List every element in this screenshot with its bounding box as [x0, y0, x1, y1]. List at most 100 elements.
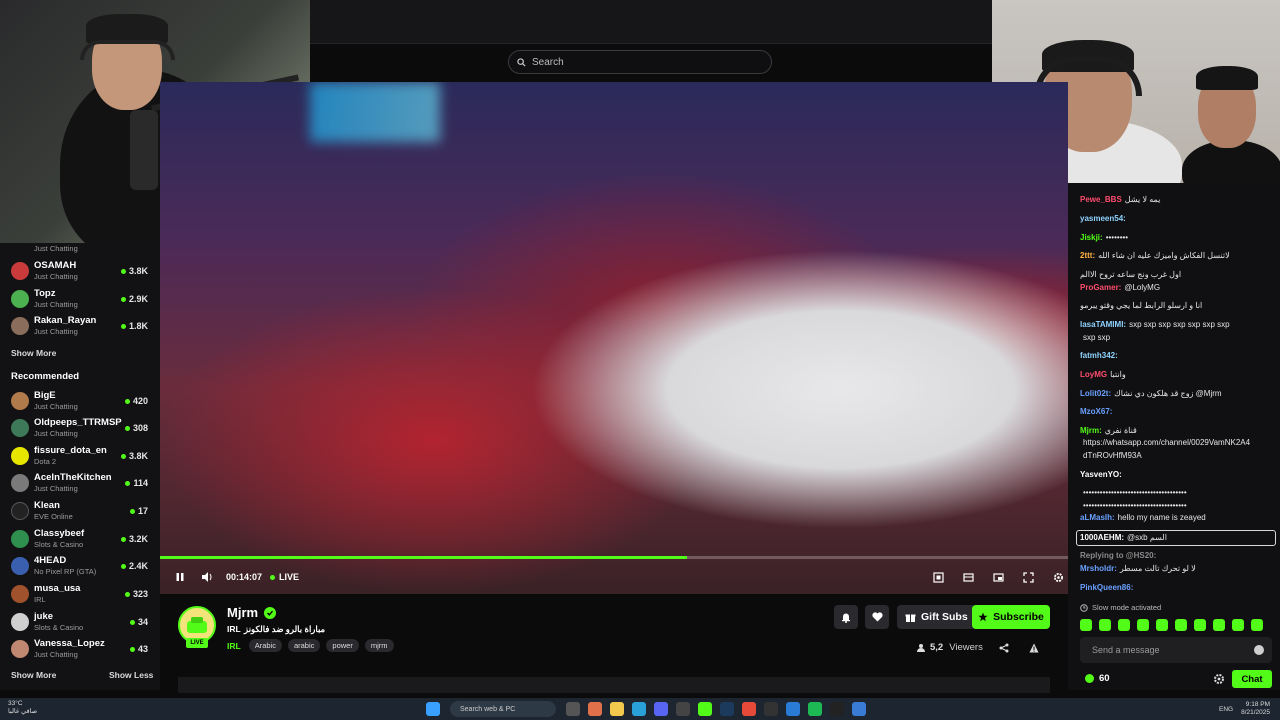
- video-player[interactable]: [160, 82, 1068, 594]
- channel-name: Vanessa_Lopez: [34, 638, 105, 649]
- pip-icon[interactable]: [990, 569, 1006, 585]
- channel-name: juke: [34, 611, 54, 622]
- emote[interactable]: [1194, 619, 1206, 631]
- chat-username[interactable]: lasaTAMIMI:: [1080, 320, 1126, 329]
- tag-chip[interactable]: arabic: [287, 639, 321, 652]
- weather-widget[interactable]: 33°C صافي غالبا: [8, 700, 37, 716]
- chat-username[interactable]: PinkQueen86:: [1080, 583, 1133, 592]
- clip-icon[interactable]: [930, 569, 946, 585]
- emote[interactable]: [1251, 619, 1263, 631]
- sidebar-item-4head[interactable]: 4HEAD No Pixel RP (GTA) 2.4K: [0, 553, 160, 579]
- show-more-recommended-button[interactable]: Show More: [11, 670, 56, 680]
- chat-username[interactable]: YasvenYO:: [1080, 470, 1122, 479]
- vscode-icon[interactable]: [786, 702, 800, 716]
- clock[interactable]: 9:18 PM 8/21/2025: [1241, 701, 1270, 717]
- sidebar-item-classybeef[interactable]: Classybeef Slots & Casino 3.2K: [0, 526, 160, 552]
- sidebar-item-bige[interactable]: BigE Just Chatting 420: [0, 388, 160, 414]
- chat-username[interactable]: yasmeen54:: [1080, 214, 1126, 223]
- chat-username[interactable]: Mrsholdr:: [1080, 564, 1117, 573]
- emote[interactable]: [1213, 619, 1225, 631]
- streamdeck-icon[interactable]: [852, 702, 866, 716]
- tag-chip[interactable]: power: [326, 639, 359, 652]
- fullscreen-icon[interactable]: [1020, 569, 1036, 585]
- chat-message-input[interactable]: Send a message: [1080, 637, 1272, 663]
- sidebar-item-rakan-rayan[interactable]: Rakan_Rayan Just Chatting 1.8K: [0, 313, 160, 339]
- volume-icon[interactable]: [200, 569, 216, 585]
- chat-username[interactable]: Jiskji:: [1080, 233, 1103, 242]
- category-tag[interactable]: IRL: [227, 641, 241, 651]
- chat-username[interactable]: fatmh342:: [1080, 351, 1118, 360]
- chat-text: لا لو تحرك تالت مسطر: [1119, 564, 1196, 573]
- system-tray: ENG 9:18 PM 8/21/2025: [1219, 701, 1270, 717]
- show-less-button[interactable]: Show Less: [109, 670, 153, 680]
- terminal-icon[interactable]: [676, 702, 690, 716]
- chat-username[interactable]: Replying to @HS20:: [1080, 551, 1156, 560]
- pause-icon[interactable]: [172, 569, 188, 585]
- sidebar-item-vanessa-lopez[interactable]: Vanessa_Lopez Just Chatting 43: [0, 636, 160, 662]
- follow-heart-button[interactable]: [865, 605, 889, 629]
- streamer-name[interactable]: Mjrm: [227, 605, 277, 620]
- live-dot: [270, 574, 276, 580]
- sidebar-item-klean[interactable]: Klean EVE Online 17: [0, 498, 160, 524]
- emote[interactable]: [1099, 619, 1111, 631]
- progress-bar[interactable]: [160, 556, 1068, 559]
- gift-subs-button[interactable]: Gift Subs: [897, 605, 976, 629]
- subscribe-button[interactable]: Subscribe: [972, 605, 1050, 629]
- search-input[interactable]: Search: [508, 50, 772, 74]
- tag-chip[interactable]: Arabic: [248, 639, 282, 652]
- chat-send-button[interactable]: Chat: [1232, 670, 1272, 688]
- edge-icon[interactable]: [632, 702, 646, 716]
- viewer-count: 3.2K: [120, 534, 148, 544]
- heart-icon: [871, 612, 883, 622]
- show-more-following-button[interactable]: Show More: [11, 348, 56, 358]
- windows-start-icon[interactable]: [426, 702, 440, 716]
- sidebar-item-aceinthekitchen[interactable]: AceInTheKitchen Just Chatting 114: [0, 470, 160, 496]
- capcut-icon[interactable]: [830, 702, 844, 716]
- sidebar-item-osamah[interactable]: OSAMAH Just Chatting 3.8K: [0, 258, 160, 284]
- notification-bell-button[interactable]: [834, 605, 858, 629]
- chat-username[interactable]: Lolit02t:: [1080, 389, 1111, 398]
- emote[interactable]: [1080, 619, 1092, 631]
- chrome-icon[interactable]: [742, 702, 756, 716]
- sidebar-item-juke[interactable]: juke Slots & Casino 34: [0, 609, 160, 635]
- taskbar-apps: Search web & PC: [422, 701, 870, 717]
- emote[interactable]: [1137, 619, 1149, 631]
- theater-mode-icon[interactable]: [960, 569, 976, 585]
- chat-settings-icon[interactable]: [1213, 673, 1225, 685]
- clock-icon: [1080, 603, 1088, 612]
- task-view-icon[interactable]: [566, 702, 580, 716]
- emote[interactable]: [1232, 619, 1244, 631]
- discord-icon[interactable]: [654, 702, 668, 716]
- emote[interactable]: [1175, 619, 1187, 631]
- file-explorer-icon[interactable]: [610, 702, 624, 716]
- channel-points[interactable]: 60: [1084, 673, 1110, 684]
- obs-icon[interactable]: [764, 702, 778, 716]
- share-icon[interactable]: [999, 643, 1009, 653]
- chat-username[interactable]: 2ttt:: [1080, 251, 1095, 260]
- report-icon[interactable]: [1029, 643, 1039, 653]
- chat-username[interactable]: LoyMG: [1080, 370, 1107, 379]
- search-icon: [517, 57, 526, 67]
- chat-username[interactable]: Pewe_BBS: [1080, 195, 1122, 204]
- sidebar-item-musa-usa[interactable]: musa_usa IRL 323: [0, 581, 160, 607]
- photos-icon[interactable]: [588, 702, 602, 716]
- chat-username[interactable]: ProGamer:: [1080, 283, 1121, 292]
- kick-icon[interactable]: [698, 702, 712, 716]
- sidebar-item-fissure[interactable]: fissure_dota_en Dota 2 3.8K: [0, 443, 160, 469]
- settings-gear-icon[interactable]: [1050, 569, 1066, 585]
- emoji-icon[interactable]: [1254, 645, 1264, 655]
- chat-message: Lolit02t: زوج قد هلكون دي نشاك @Mjrm: [1080, 389, 1276, 399]
- tag-chip[interactable]: mjrm: [364, 639, 394, 652]
- emote[interactable]: [1156, 619, 1168, 631]
- stream-category[interactable]: IRL: [227, 624, 241, 634]
- spotify-icon[interactable]: [808, 702, 822, 716]
- chat-username[interactable]: Mjrm:: [1080, 426, 1102, 435]
- sidebar-item-oldpeeps[interactable]: Oldpeeps_TTRMSP Just Chatting 308: [0, 415, 160, 441]
- chat-username[interactable]: MzoX67:: [1080, 407, 1112, 416]
- steam-icon[interactable]: [720, 702, 734, 716]
- taskbar-search[interactable]: Search web & PC: [450, 701, 556, 717]
- chat-username[interactable]: aLMaslh:: [1080, 513, 1115, 522]
- emote[interactable]: [1118, 619, 1130, 631]
- tray-lang[interactable]: ENG: [1219, 706, 1233, 713]
- sidebar-item-topz[interactable]: Topz Just Chatting 2.9K: [0, 286, 160, 312]
